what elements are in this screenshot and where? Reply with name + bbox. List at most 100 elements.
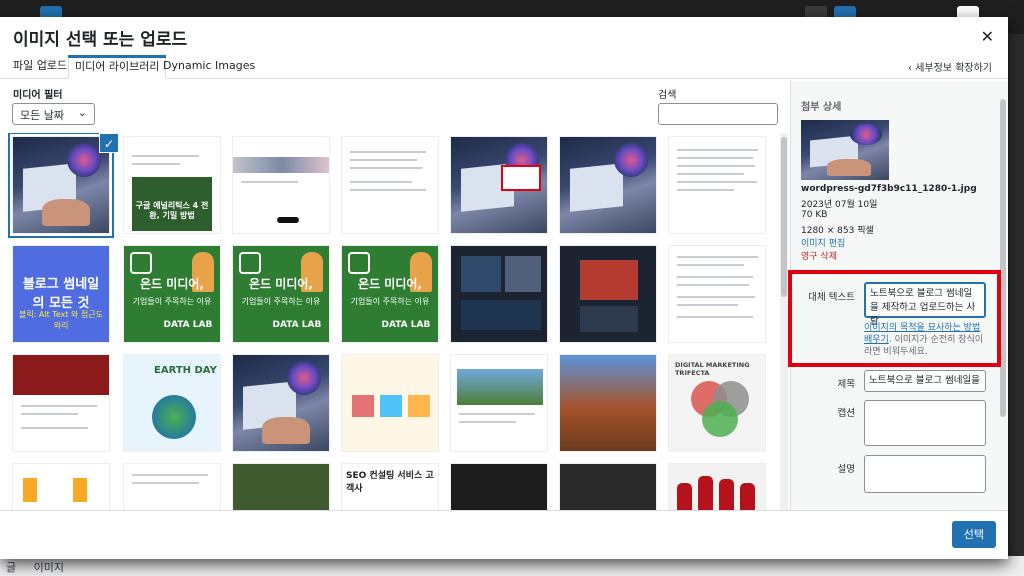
media-item-houses[interactable] [341, 354, 439, 452]
data-lab-logo: DATA LAB [381, 320, 431, 331]
strip-image [233, 157, 329, 173]
media-grid: ✓ 구글 애널리틱스 4 전환, 기밀 방법 블로그 썸네일의 모든 것 블릭:… [0, 133, 790, 510]
media-item-laptop-4[interactable] [232, 354, 330, 452]
bokeh-lights [66, 142, 102, 178]
tab-media-library[interactable]: 미디어 라이브러리 [68, 55, 167, 79]
text-line [676, 149, 759, 151]
blue-card-title: 블로그 썸네일의 모든 것 [22, 276, 100, 311]
text-line [676, 181, 758, 183]
breadcrumb-post[interactable]: 글 [6, 561, 16, 574]
caption-field[interactable] [864, 400, 986, 446]
delete-permanently-link[interactable]: 영구 삭제 [801, 249, 837, 262]
attachment-filename: wordpress-gd7f3b9c11_1280-1.jpg [801, 184, 977, 194]
modal-title: 이미지 선택 또는 업로드 [13, 30, 188, 50]
selected-check-icon[interactable]: ✓ [99, 133, 119, 153]
edit-image-link[interactable]: 이미지 편집 [801, 236, 845, 249]
text-line [20, 413, 79, 415]
text-line [349, 159, 417, 161]
text-line [676, 296, 756, 298]
grid-scrollbar-thumb[interactable] [781, 137, 787, 297]
green-card-title: 온드 미디어, [140, 276, 204, 291]
photo-tile [461, 300, 541, 330]
chat-bubble-icon [238, 251, 261, 274]
text-line [676, 316, 754, 318]
media-item-doc-3[interactable] [668, 245, 766, 343]
media-item-laptop-selected[interactable] [12, 136, 110, 234]
media-item-bar-icons[interactable] [12, 463, 110, 510]
expand-details-link[interactable]: ‹ 세부정보 확장하기 [908, 59, 992, 74]
media-item-owned-media-2[interactable]: 온드 미디어, 기업들이 주목하는 이유 DATA LAB [232, 245, 330, 343]
text-line [349, 181, 413, 183]
text-line [349, 151, 427, 153]
media-item-owned-media-3[interactable]: 온드 미디어, 기업들이 주목하는 이유 DATA LAB [341, 245, 439, 343]
house-illustration [380, 395, 402, 417]
bokeh-lights [286, 360, 322, 396]
bottle-shape [676, 483, 693, 510]
text-line [676, 173, 744, 175]
trifecta-title: DIGITAL MARKETING TRIFECTA [675, 361, 750, 377]
date-filter-select[interactable]: 모든 날짜 ⌄ [12, 103, 95, 125]
media-item-laptop-2[interactable] [450, 136, 548, 234]
media-item-doc-4[interactable] [12, 354, 110, 452]
hand [261, 417, 310, 445]
close-icon[interactable]: ✕ [981, 27, 994, 46]
media-item-laptop-3[interactable] [559, 136, 657, 234]
media-filter-label: 미디어 필터 [13, 90, 63, 101]
editor-breadcrumb: 글 이미지 [0, 556, 1024, 576]
media-item-blog-thumbnail[interactable]: 블로그 썸네일의 모든 것 블릭: Alt Text 와 접근도와리 [12, 245, 110, 343]
media-item-earth-day[interactable]: EARTH DAY [123, 354, 221, 452]
house-illustration [408, 395, 430, 417]
blue-card-subtitle: 블릭: Alt Text 와 접근도와리 [18, 310, 104, 331]
bottle-shape [740, 483, 756, 510]
media-item-mobile-ui-1[interactable] [450, 245, 548, 343]
text-line [676, 284, 749, 286]
media-item-seo-clients[interactable]: SEO 컨설팅 서비스 고객사 [341, 463, 439, 510]
attachment-dimensions: 1280 × 853 픽셀 [801, 226, 874, 236]
media-item-doc-1[interactable] [341, 136, 439, 234]
media-item-canyon[interactable] [559, 354, 657, 452]
media-item-mobile-ui-2[interactable] [559, 245, 657, 343]
media-item-dark-photo-2[interactable] [559, 463, 657, 510]
data-lab-logo: DATA LAB [272, 320, 322, 331]
text-line [458, 421, 517, 423]
seo-title: SEO 컨설팅 서비스 고객사 [346, 471, 434, 494]
media-item-doc-2[interactable] [668, 136, 766, 234]
media-item-cola-bottles[interactable] [668, 463, 766, 510]
house-illustration [352, 395, 374, 417]
media-item-doc-5[interactable] [123, 463, 221, 510]
tab-upload-files[interactable]: 파일 업로드 [7, 55, 73, 79]
header-image [13, 355, 109, 395]
media-item-editor-shot[interactable] [232, 136, 330, 234]
laptop-screen [569, 163, 623, 212]
media-item-analytics[interactable]: 구글 애널리틱스 4 전환, 기밀 방법 [123, 136, 221, 234]
bottle-shape [697, 475, 714, 510]
media-item-dark-photo[interactable] [450, 463, 548, 510]
bokeh-lights [850, 123, 882, 146]
photo-tile [505, 256, 541, 292]
button-shape [277, 217, 299, 223]
grid-scrollbar[interactable] [780, 133, 788, 510]
hand [41, 199, 90, 227]
media-item-owned-media-1[interactable]: 온드 미디어, 기업들이 주목하는 이유 DATA LAB [123, 245, 221, 343]
attachment-preview [801, 120, 889, 180]
media-item-green-banner[interactable] [232, 463, 330, 510]
chat-bubble-icon [347, 251, 370, 274]
search-input[interactable] [658, 103, 778, 125]
media-item-marketing-trifecta[interactable]: DIGITAL MARKETING TRIFECTA [668, 354, 766, 452]
select-button[interactable]: 선택 [951, 521, 996, 548]
photo-tile [580, 306, 638, 332]
dialog-overlay [501, 165, 541, 191]
text-line [240, 181, 299, 183]
sidebar-scrollbar[interactable] [1000, 99, 1006, 417]
breadcrumb-image[interactable]: 이미지 [34, 561, 64, 574]
green-card-subtitle: 기업들이 주목하는 이유 [132, 296, 212, 306]
description-field[interactable] [864, 455, 986, 493]
tab-dynamic-images[interactable]: Dynamic Images [157, 55, 261, 79]
attachment-file-size: 70 KB [801, 210, 828, 220]
media-item-travel-article[interactable] [450, 354, 548, 452]
photo-tile [461, 256, 501, 292]
bar-shape [73, 478, 87, 502]
title-field[interactable]: 노트북으로 블로그 썸네일을 [864, 370, 986, 392]
green-card-title: 온드 미디어, [358, 276, 422, 291]
hand [827, 159, 872, 176]
